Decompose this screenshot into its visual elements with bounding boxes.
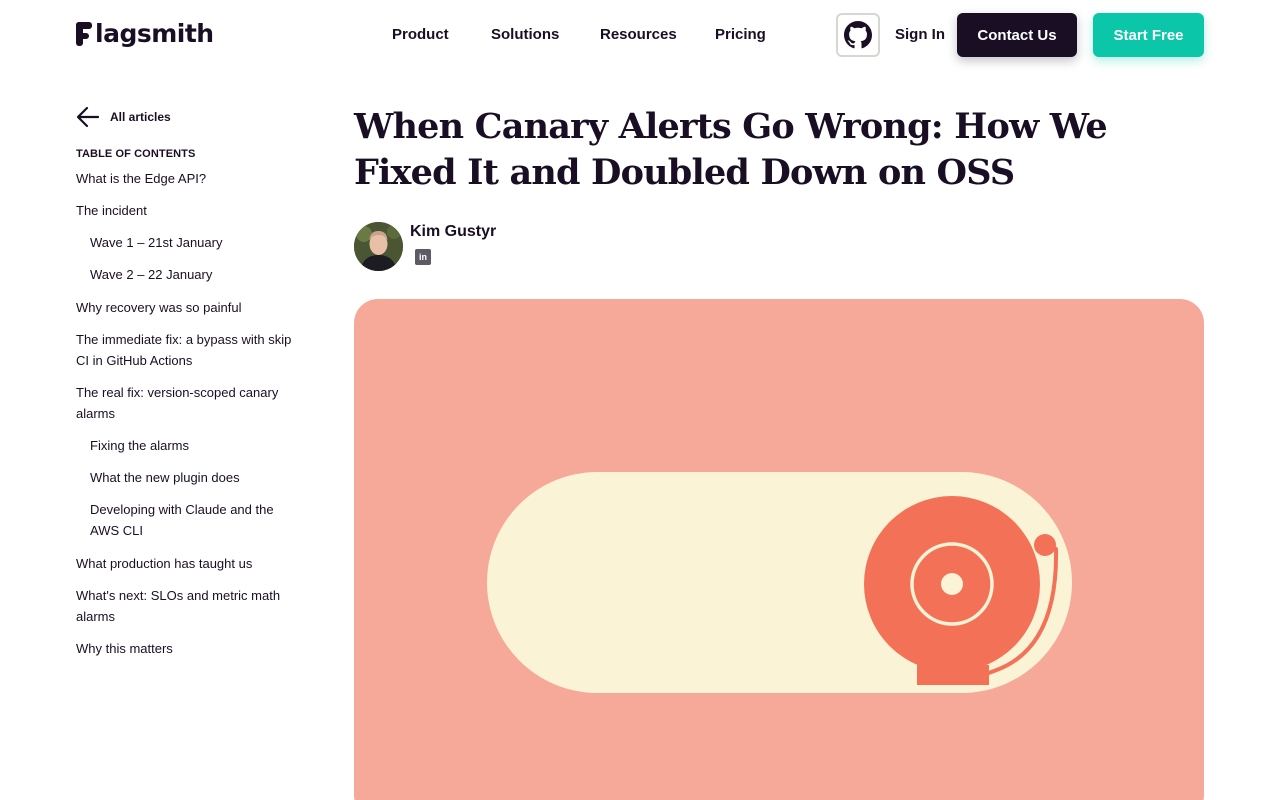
nav-resources[interactable]: Resources <box>600 26 677 43</box>
toc-subitem[interactable]: Wave 1 – 21st January <box>90 232 290 253</box>
github-icon <box>844 21 872 49</box>
toc-item[interactable]: The immediate fix: a bypass with skip CI… <box>76 329 306 371</box>
toc-item[interactable]: What is the Edge API? <box>76 168 306 189</box>
logo-mark <box>76 22 94 46</box>
article-title: When Canary Alerts Go Wrong: How We Fixe… <box>354 106 1108 193</box>
all-articles-label: All articles <box>110 110 171 124</box>
contact-us-button[interactable]: Contact Us <box>957 13 1077 57</box>
toc-item[interactable]: The real fix: version-scoped canary alar… <box>76 382 306 424</box>
toc-subitem[interactable]: Fixing the alarms <box>90 435 290 456</box>
start-free-button[interactable]: Start Free <box>1093 13 1204 57</box>
toc-subitem[interactable]: Wave 2 – 22 January <box>90 264 290 285</box>
logo-text: lagsmith <box>95 19 214 48</box>
toc-item[interactable]: What production has taught us <box>76 553 306 574</box>
nav-solutions[interactable]: Solutions <box>491 26 559 43</box>
toc-item[interactable]: The incident <box>76 200 306 221</box>
hero-image <box>354 299 1204 800</box>
toc-item[interactable]: Why recovery was so painful <box>76 297 306 318</box>
toggle-bell-illustration <box>487 472 1072 693</box>
author-name[interactable]: Kim Gustyr <box>410 223 496 241</box>
arrow-left-icon <box>76 106 100 128</box>
avatar <box>354 222 403 271</box>
site-header: lagsmith Product Solutions Resources Pri… <box>0 0 1280 70</box>
linkedin-icon[interactable]: in <box>415 249 431 265</box>
flagsmith-logo[interactable]: lagsmith <box>76 20 214 48</box>
toc-subitem[interactable]: What the new plugin does <box>90 467 290 488</box>
toc-subitem[interactable]: Developing with Claude and the AWS CLI <box>90 499 290 541</box>
nav-product[interactable]: Product <box>392 26 449 43</box>
all-articles-link[interactable]: All articles <box>76 106 171 128</box>
toc-title: TABLE OF CONTENTS <box>76 148 196 160</box>
toc-item[interactable]: Why this matters <box>76 638 306 659</box>
github-button[interactable] <box>836 13 880 57</box>
sign-in-link[interactable]: Sign In <box>895 26 945 43</box>
nav-pricing[interactable]: Pricing <box>715 26 766 43</box>
toc-item[interactable]: What's next: SLOs and metric math alarms <box>76 585 306 627</box>
